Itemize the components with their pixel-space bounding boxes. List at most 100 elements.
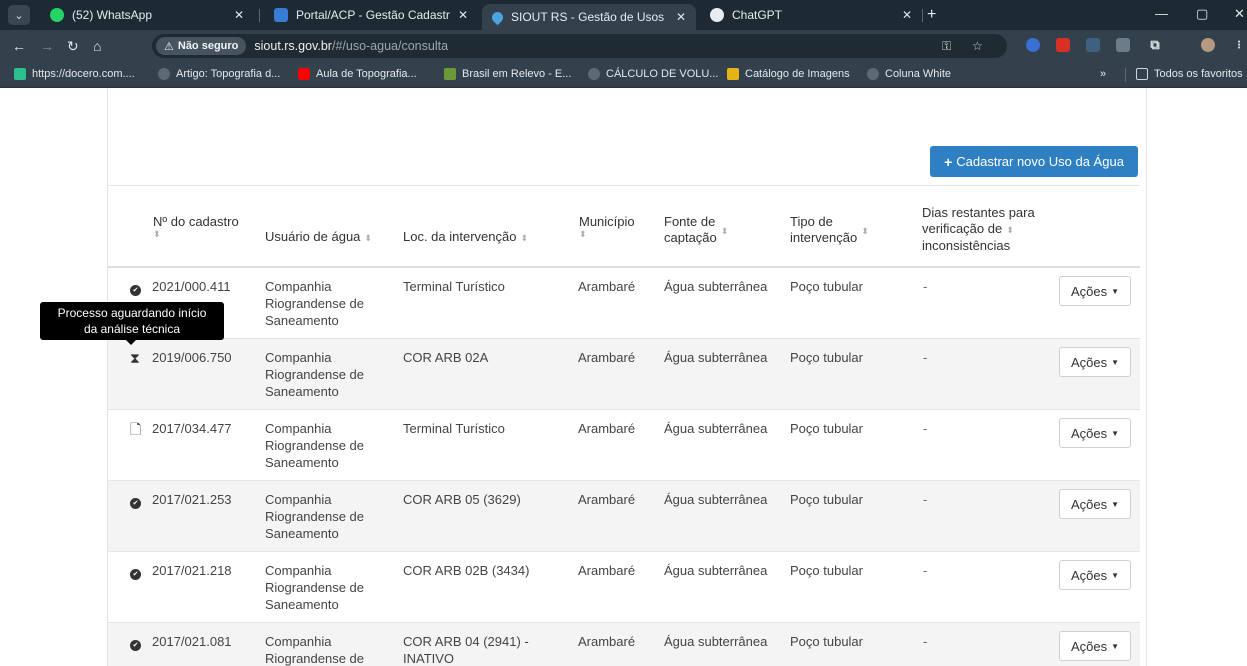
bookmark-icon — [14, 68, 26, 80]
cell-local: COR ARB 02B (3434) — [403, 562, 573, 579]
new-water-use-button[interactable]: + Cadastrar novo Uso da Água — [930, 146, 1138, 177]
address-bar[interactable]: ⚠ Não seguro siout.rs.gov.br/#/uso-agua/… — [152, 34, 1007, 58]
bookmark-topografia-artigo[interactable]: Artigo: Topografia d... — [158, 68, 280, 80]
avatar[interactable] — [1201, 38, 1215, 52]
cell-numero: 2017/021.081 — [152, 634, 232, 649]
key-icon[interactable]: ⚿ — [942, 39, 951, 54]
cell-numero: 2017/021.253 — [152, 492, 232, 507]
actions-dropdown-button[interactable]: Ações ▼ — [1059, 347, 1131, 377]
water-drop-icon — [489, 9, 506, 25]
tab-search-button[interactable]: ⌄ — [8, 5, 30, 25]
close-window-icon[interactable]: ✕ — [1234, 6, 1245, 22]
check-circle-icon[interactable]: ✔ — [130, 563, 146, 580]
column-header-municipio[interactable]: Município ⬍ — [579, 214, 635, 239]
cell-fonte: Água subterrânea — [664, 421, 768, 436]
tab-portal-acp[interactable]: Portal/ACP - Gestão Cadastral de ✕ — [264, 0, 478, 30]
header-label: verificação de — [922, 221, 1003, 236]
extension-icon[interactable] — [1086, 38, 1100, 52]
bookmark-docero[interactable]: https://docero.com.... — [14, 68, 135, 80]
bookmarks-overflow-button[interactable]: » — [1100, 68, 1106, 80]
cell-dias: - — [923, 563, 928, 578]
cell-tipo: Poço tubular — [790, 634, 863, 649]
tab-whatsapp[interactable]: (52) WhatsApp ✕ — [40, 0, 254, 30]
tab-siout-rs[interactable]: SIOUT RS - Gestão de Usos da Á ✕ — [482, 4, 696, 30]
actions-dropdown-button[interactable]: Ações ▼ — [1059, 276, 1131, 306]
pdf-extension-icon[interactable] — [1056, 38, 1070, 52]
cell-usuario: Companhia Riograndense de — [265, 633, 390, 666]
usuario-line: Riograndense de — [265, 438, 365, 453]
extension-icon[interactable] — [1116, 38, 1130, 52]
new-tab-icon[interactable]: + — [927, 6, 936, 24]
usuario-line: Companhia — [265, 350, 332, 365]
menu-dots-icon[interactable]: ⋮ — [1232, 38, 1246, 52]
extension-icon[interactable] — [1026, 38, 1040, 52]
bookmark-label: Aula de Topografia... — [316, 68, 417, 80]
column-header-tipo[interactable]: Tipo de intervenção ⬍ — [790, 214, 869, 247]
cell-municipio: Arambaré — [578, 279, 636, 294]
security-indicator[interactable]: ⚠ Não seguro — [156, 37, 247, 55]
actions-dropdown-button[interactable]: Ações ▼ — [1059, 631, 1131, 661]
column-header-usuario[interactable]: Usuário de água ⬍ — [265, 229, 372, 246]
table-row: ✔ 2017/021.081 Companhia Riograndense de COR… — [108, 623, 1140, 666]
cell-fonte: Água subterrânea — [664, 279, 768, 294]
forward-arrow-icon[interactable]: → — [40, 38, 54, 54]
column-header-numero[interactable]: Nº do cadastro ⬍ — [153, 214, 239, 239]
local-line: COR ARB 02A — [403, 350, 489, 365]
star-icon[interactable]: ☆ — [972, 39, 983, 53]
bookmark-separator — [1125, 68, 1126, 82]
document-icon[interactable]: 🗋 — [130, 421, 146, 438]
restore-icon[interactable]: ▢ — [1196, 6, 1208, 22]
cell-municipio: Arambaré — [578, 492, 636, 507]
hourglass-icon[interactable]: ⧗ — [130, 350, 146, 367]
local-line: INATIVO — [403, 651, 455, 666]
cell-fonte: Água subterrânea — [664, 492, 768, 507]
close-icon[interactable]: ✕ — [458, 8, 468, 22]
close-icon[interactable]: ✕ — [902, 8, 912, 22]
tab-chatgpt[interactable]: ChatGPT ✕ — [700, 0, 922, 30]
bookmark-label: https://docero.com.... — [32, 68, 135, 80]
home-icon[interactable]: ⌂ — [93, 38, 101, 54]
bookmark-brasil-relevo[interactable]: Brasil em Relevo - E... — [444, 68, 571, 80]
check-circle-icon[interactable]: ✔ — [130, 279, 146, 296]
cell-local: COR ARB 05 (3629) — [403, 491, 573, 508]
sort-icon: ⬍ — [153, 229, 161, 239]
table-row: ⧗ 2019/006.750 Companhia Riograndense de San… — [108, 339, 1140, 410]
header-label: intervenção — [790, 230, 858, 245]
column-header-dias[interactable]: Dias restantes para verificação de ⬍ inco… — [922, 205, 1035, 254]
close-icon[interactable]: ✕ — [676, 10, 686, 24]
bookmark-aula-topografia[interactable]: Aula de Topografia... — [298, 68, 417, 80]
actions-dropdown-button[interactable]: Ações ▼ — [1059, 489, 1131, 519]
back-arrow-icon[interactable]: ← — [12, 38, 26, 54]
puzzle-icon[interactable]: ⧉ — [1148, 37, 1162, 52]
all-favorites-button[interactable]: Todos os favoritos — [1136, 68, 1243, 80]
actions-dropdown-button[interactable]: Ações ▼ — [1059, 560, 1131, 590]
column-header-fonte[interactable]: Fonte de captação ⬍ — [664, 214, 728, 247]
actions-dropdown-button[interactable]: Ações ▼ — [1059, 418, 1131, 448]
cell-usuario: Companhia Riograndense de Saneamento — [265, 491, 390, 542]
status-tooltip: Processo aguardando início da análise té… — [40, 302, 224, 345]
cell-tipo: Poço tubular — [790, 350, 863, 365]
table-row: ✔ 2021/000.411 Companhia Riograndense de San… — [108, 268, 1140, 339]
check-circle-icon[interactable]: ✔ — [130, 634, 146, 651]
cell-usuario: Companhia Riograndense de Saneamento — [265, 562, 390, 613]
bookmark-coluna-white[interactable]: Coluna White — [867, 68, 951, 80]
tab-separator — [922, 9, 923, 22]
check-circle-icon[interactable]: ✔ — [130, 492, 146, 509]
bookmark-catalogo-imagens[interactable]: Catálogo de Imagens — [727, 68, 850, 80]
cell-tipo: Poço tubular — [790, 279, 863, 294]
actions-label: Ações — [1070, 354, 1108, 370]
sort-icon: ⬍ — [520, 233, 529, 243]
cell-local: COR ARB 02A — [403, 349, 573, 366]
header-label: Tipo de — [790, 214, 833, 229]
column-header-local[interactable]: Loc. da intervenção ⬍ — [403, 229, 528, 246]
reload-icon[interactable]: ↻ — [67, 38, 79, 55]
bookmark-calculo-volume[interactable]: CÁLCULO DE VOLU... — [588, 68, 718, 80]
cell-tipo: Poço tubular — [790, 492, 863, 507]
cell-local: Terminal Turístico — [403, 420, 573, 437]
close-icon[interactable]: ✕ — [234, 8, 244, 22]
youtube-icon — [298, 68, 310, 80]
cell-dias: - — [923, 492, 928, 507]
header-label: Loc. da intervenção — [403, 229, 517, 244]
cell-dias: - — [923, 634, 928, 649]
minimize-icon[interactable]: — — [1155, 6, 1168, 21]
